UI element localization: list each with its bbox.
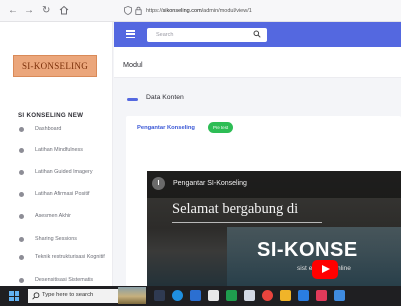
sidebar-item-latihan-mindfulness[interactable]: Latihan Mindfulness <box>0 143 113 159</box>
search-icon <box>32 292 40 300</box>
sidebar-item-label: Latihan Mindfulness <box>35 147 83 153</box>
sidebar-item-latihan-guided-imagery[interactable]: Latihan Guided Imagery <box>0 165 113 181</box>
logo-text: SI-KONSELING <box>21 61 89 71</box>
hamburger-menu-icon[interactable] <box>126 30 135 39</box>
menu-bullet-icon <box>19 192 24 197</box>
word-icon[interactable] <box>190 290 201 301</box>
file-explorer-icon[interactable] <box>244 290 255 301</box>
topbar: Search <box>114 22 401 47</box>
screen: ← → ↻ https://sikonseling.com/admin/modu… <box>0 0 401 306</box>
lock-icon <box>135 6 142 15</box>
url-host: sikonseling.com <box>162 8 202 14</box>
windows-start-icon[interactable] <box>9 291 19 301</box>
section-title: Data Konten <box>146 94 184 101</box>
menu-bullet-icon <box>19 255 24 260</box>
menu-bullet-icon <box>19 170 24 175</box>
section-accent-line <box>127 98 138 101</box>
sidebar-item-sharing-sessions[interactable]: Sharing Sessions <box>0 232 113 248</box>
video-title-bar: I Pengantar SI-Konseling <box>147 171 401 198</box>
shield-icon <box>124 6 132 15</box>
video-title[interactable]: Pengantar SI-Konseling <box>173 180 247 187</box>
folder-icon[interactable] <box>280 290 291 301</box>
url-prefix: https:// <box>146 8 163 14</box>
search-placeholder: Search <box>156 32 174 38</box>
back-icon[interactable]: ← <box>8 4 18 18</box>
page-header: Modul <box>114 47 401 78</box>
sidebar-item-label: Desensitisasi Sistematis <box>35 277 94 283</box>
excel-icon[interactable] <box>226 290 237 301</box>
taskbar-search-text: Type here to search <box>42 292 94 298</box>
sidebar-item-label: Dashboard <box>35 126 62 132</box>
mail-icon[interactable] <box>298 290 309 301</box>
sidebar-item-label: Latihan Guided Imagery <box>35 169 93 175</box>
pretest-badge[interactable]: Pre test <box>208 122 234 133</box>
taskbar-search-input[interactable]: Type here to search <box>28 289 118 303</box>
sidebar-item-label: Asesmen Akhir <box>35 213 71 219</box>
page-title: Modul <box>123 60 143 69</box>
content-link[interactable]: Pengantar Konseling <box>137 125 195 131</box>
taskbar: Type here to search <box>0 286 401 306</box>
app-icon[interactable] <box>316 290 327 301</box>
taskbar-news-thumbnail[interactable] <box>118 287 146 304</box>
menu-bullet-icon <box>19 127 24 132</box>
sidebar: SI-KONSELING SI KONSELING NEW Dashboard … <box>0 22 113 286</box>
address-bar[interactable]: https://sikonseling.com/admin/modul/view… <box>146 5 252 17</box>
forward-icon[interactable]: → <box>24 4 34 18</box>
video-brand-text: SI-KONSE <box>257 239 358 261</box>
sidebar-item-label: Sharing Sessions <box>35 236 77 242</box>
menu-bullet-icon <box>19 214 24 219</box>
sidebar-item-dashboard[interactable]: Dashboard <box>0 122 113 138</box>
play-button-icon[interactable] <box>312 260 338 279</box>
search-input[interactable]: Search <box>147 28 267 42</box>
video-divider <box>172 222 322 223</box>
notepad-icon[interactable] <box>208 290 219 301</box>
sidebar-item-asesmen-akhir[interactable]: Asesmen Akhir <box>0 209 113 225</box>
sidebar-item-teknik-restrukturisasi-kognitif[interactable]: Teknik restrukturisasi Kognitif <box>0 250 113 270</box>
sidebar-item-label: Latihan Afirmasi Positif <box>35 191 90 197</box>
home-icon[interactable] <box>59 5 69 15</box>
sidebar-item-latihan-afirmasi-positif[interactable]: Latihan Afirmasi Positif <box>0 187 113 203</box>
chrome-icon[interactable] <box>262 290 273 301</box>
url-path: /admin/modul/view/1 <box>201 8 252 14</box>
sidebar-item-label: Teknik restrukturisasi Kognitif <box>35 254 105 260</box>
reload-icon[interactable]: ↻ <box>42 4 50 18</box>
video-welcome-text: Selamat bergabung di <box>172 201 299 217</box>
menu-bullet-icon <box>19 278 24 283</box>
edge-browser-icon[interactable] <box>172 290 183 301</box>
task-view-icon[interactable] <box>154 290 165 301</box>
menu-bullet-icon <box>19 148 24 153</box>
menu-bullet-icon <box>19 237 24 242</box>
channel-avatar[interactable]: I <box>152 177 165 190</box>
video-player[interactable]: I Pengantar SI-Konseling Selamat bergabu… <box>147 171 401 286</box>
browser-toolbar: ← → ↻ https://sikonseling.com/admin/modu… <box>0 0 401 22</box>
logo[interactable]: SI-KONSELING <box>13 55 97 77</box>
search-icon[interactable] <box>253 30 261 38</box>
sidebar-brand-label: SI KONSELING NEW <box>18 112 84 119</box>
store-icon[interactable] <box>334 290 345 301</box>
